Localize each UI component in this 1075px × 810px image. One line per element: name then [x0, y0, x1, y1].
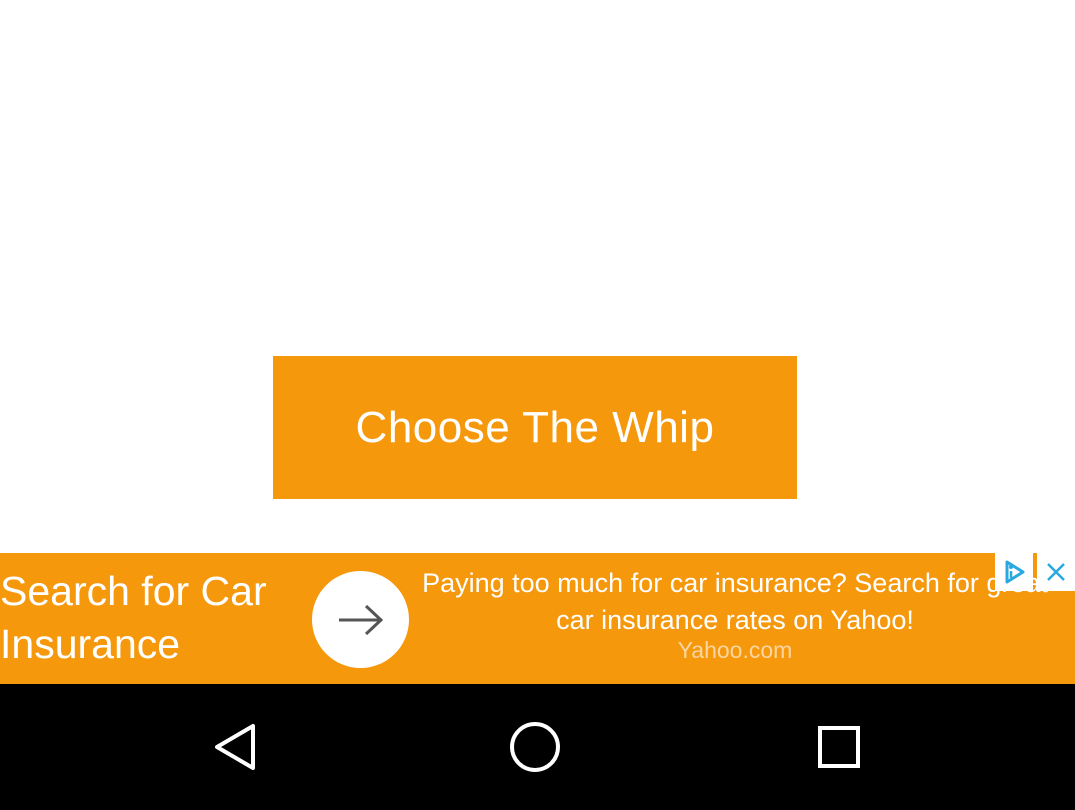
app-screen: Choose The Whip Search for Car Insurance…	[0, 0, 1075, 810]
back-icon[interactable]	[205, 717, 265, 777]
recent-apps-icon[interactable]	[809, 717, 869, 777]
close-icon[interactable]	[1037, 553, 1075, 591]
arrow-right-icon[interactable]	[312, 571, 409, 668]
ad-headline: Search for Car Insurance	[0, 568, 267, 667]
system-navigation-bar	[0, 684, 1075, 810]
home-icon[interactable]	[505, 717, 565, 777]
ad-body-text: Paying too much for car insurance? Searc…	[422, 568, 1048, 635]
ad-source-link[interactable]: Yahoo.com	[415, 637, 1055, 664]
choose-the-whip-button[interactable]: Choose The Whip	[273, 356, 797, 499]
adchoices-icon[interactable]	[995, 553, 1033, 591]
ad-banner[interactable]: Search for Car Insurance Paying too much…	[0, 553, 1075, 684]
main-content: Choose The Whip	[0, 0, 1075, 553]
